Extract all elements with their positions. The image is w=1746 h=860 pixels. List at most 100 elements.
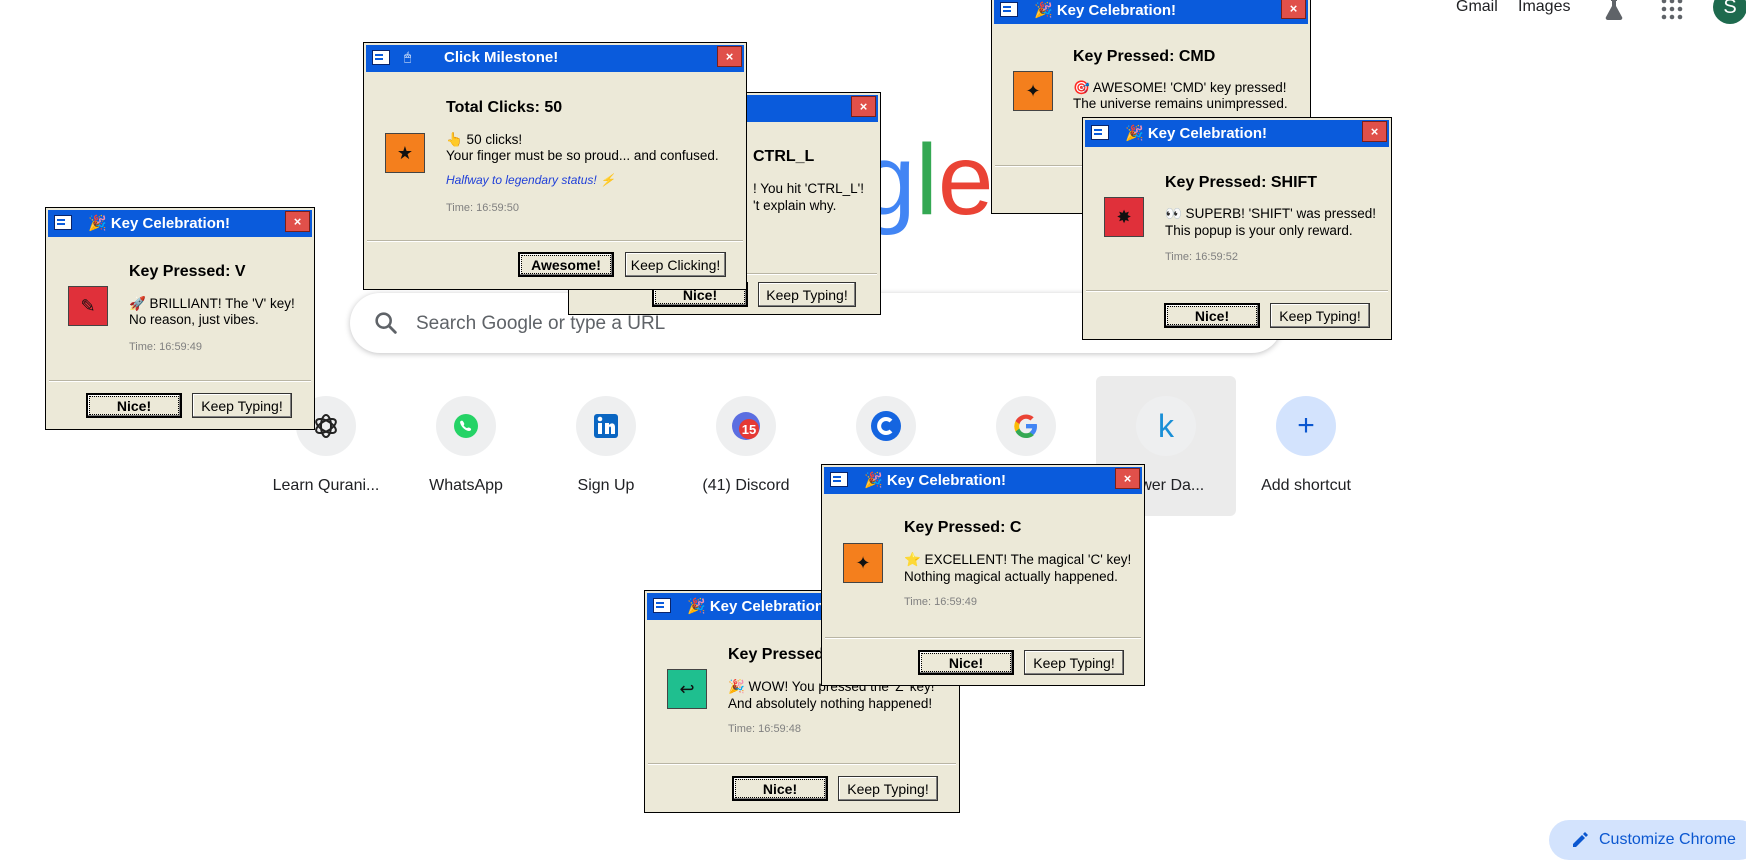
close-button[interactable]: × xyxy=(285,211,310,232)
close-button[interactable]: × xyxy=(851,96,876,117)
dialog-message-line2: Nothing magical actually happened. xyxy=(904,569,1118,584)
close-button[interactable]: × xyxy=(1115,468,1140,489)
keep-typing-button[interactable]: Keep Typing! xyxy=(838,776,938,801)
dialog-separator xyxy=(49,380,311,382)
awesome-button[interactable]: Awesome! xyxy=(518,252,614,277)
dialog-title: 🎉 Key Celebration! xyxy=(88,215,231,232)
dialog-time: Time: 16:59:49 xyxy=(904,596,977,608)
dialog-time: Time: 16:59:48 xyxy=(728,723,801,735)
close-button[interactable]: × xyxy=(1281,0,1306,19)
dialog-message-line2: This popup is your only reward. xyxy=(1165,223,1353,238)
dialog-title: 🎉 Key Celebration! xyxy=(1034,2,1177,19)
window-icon xyxy=(372,50,390,65)
dialog-title: 🎉 Key Celebration! xyxy=(1125,125,1268,142)
window-icon xyxy=(830,472,848,487)
shortcut-discord[interactable]: 15 (41) Discord xyxy=(676,376,816,516)
close-button[interactable]: × xyxy=(717,46,742,67)
dialog-separator xyxy=(1086,290,1388,292)
nice-button[interactable]: Nice! xyxy=(86,393,182,418)
title-bar: 🎉 Key Celebration! xyxy=(994,0,1308,24)
labs-flask-icon[interactable] xyxy=(1599,0,1629,24)
customize-label: Customize Chrome xyxy=(1599,831,1736,848)
dialog-message-line1: 👀 SUPERB! 'SHIFT' was pressed! xyxy=(1165,206,1377,221)
window-icon xyxy=(653,598,671,613)
calendar-icon: 15 xyxy=(716,396,776,456)
dialog-message-line1: 🎯 AWESOME! 'CMD' key pressed! xyxy=(1073,80,1287,95)
key-celebration-v-dialog: 🎉 Key Celebration! × ✎ Key Pressed: V 🚀 … xyxy=(45,207,315,430)
dialog-heading: Total Clicks: 50 xyxy=(446,99,563,116)
dialog-title: Click Milestone! xyxy=(444,49,559,66)
keep-clicking-button[interactable]: Keep Clicking! xyxy=(625,252,726,277)
dialog-message-line2: Your finger must be so proud... and conf… xyxy=(446,148,719,163)
hook-icon: ↩ xyxy=(667,669,707,709)
k-letter-icon: k xyxy=(1136,396,1196,456)
mouse-icon: 🖱 xyxy=(404,50,412,64)
dialog-hint: Halfway to legendary status! ⚡ xyxy=(446,173,616,187)
keep-typing-button[interactable]: Keep Typing! xyxy=(1270,303,1370,328)
google-icon xyxy=(996,396,1056,456)
shortcut-label: Add shortcut xyxy=(1261,477,1351,494)
close-button[interactable]: × xyxy=(1362,121,1387,142)
apps-grid-icon[interactable] xyxy=(1657,0,1687,24)
dialog-message-line1: 👆 50 clicks! xyxy=(446,132,523,147)
gmail-link[interactable]: Gmail xyxy=(1456,0,1498,16)
dialog-heading: Key Pressed: SHIFT xyxy=(1165,174,1318,191)
nice-button[interactable]: Nice! xyxy=(918,650,1014,675)
k-letter: k xyxy=(1158,407,1174,444)
title-bar: 🎉 Key Celebration! xyxy=(1085,120,1389,147)
whatsapp-icon xyxy=(436,396,496,456)
star-icon: ★ xyxy=(385,133,425,173)
dialog-message-line2: No reason, just vibes. xyxy=(129,312,259,327)
shortcut-label: Learn Qurani... xyxy=(272,477,380,494)
linkedin-icon xyxy=(576,396,636,456)
dialog-message-line2: 't explain why. xyxy=(753,198,837,213)
dialog-time: Time: 16:59:52 xyxy=(1165,251,1238,263)
dialog-message-line1: ! You hit 'CTRL_L'! xyxy=(753,181,864,196)
window-icon xyxy=(1000,2,1018,17)
window-icon xyxy=(54,215,72,230)
dialog-heading: CTRL_L xyxy=(753,148,815,165)
search-icon xyxy=(375,312,397,334)
click-milestone-dialog: 🖱 Click Milestone! × ★ Total Clicks: 50 … xyxy=(363,42,747,290)
account-avatar[interactable]: S xyxy=(1713,0,1746,24)
add-shortcut-button[interactable]: + Add shortcut xyxy=(1236,376,1376,516)
plus-icon: + xyxy=(1276,396,1336,456)
pencil-icon xyxy=(1573,832,1588,847)
shortcut-sign-up[interactable]: Sign Up xyxy=(536,376,676,516)
key-celebration-shift-dialog: 🎉 Key Celebration! × ✸ Key Pressed: SHIF… xyxy=(1082,117,1392,340)
dialog-heading: Key Pressed: V xyxy=(129,263,246,280)
keep-typing-button[interactable]: Keep Typing! xyxy=(758,282,856,307)
dialog-separator xyxy=(367,240,743,242)
dialog-separator xyxy=(825,637,1141,639)
dialog-message-line1: 🚀 BRILLIANT! The 'V' key! xyxy=(129,296,295,311)
shortcut-label: Sign Up xyxy=(577,477,635,494)
dialog-title: 🎉 Key Celebration! xyxy=(687,598,830,615)
dialog-heading: Key Pressed: C xyxy=(904,519,1022,536)
dialog-heading: Key Pressed: CMD xyxy=(1073,48,1216,65)
sparkle-icon: ✦ xyxy=(843,543,883,583)
nice-button[interactable]: Nice! xyxy=(1164,303,1260,328)
key-celebration-c-dialog: 🎉 Key Celebration! × ✦ Key Pressed: C ⭐ … xyxy=(821,464,1145,686)
dialog-message-line2: And absolutely nothing happened! xyxy=(728,696,933,711)
calendar-badge: 15 xyxy=(742,422,756,437)
edit-icon: ✎ xyxy=(68,286,108,326)
burst-icon: ✸ xyxy=(1104,197,1144,237)
title-bar: 🖱 Click Milestone! xyxy=(366,45,744,72)
keep-typing-button[interactable]: Keep Typing! xyxy=(1024,650,1124,675)
nice-button[interactable]: Nice! xyxy=(732,776,828,801)
shortcut-label: (41) Discord xyxy=(702,477,790,494)
c-logo-icon xyxy=(856,396,916,456)
window-icon xyxy=(1091,125,1109,140)
customize-chrome-button[interactable]: Customize Chrome xyxy=(1549,820,1746,860)
title-bar: 🎉 Key Celebration! xyxy=(48,210,312,237)
dialog-time: Time: 16:59:50 xyxy=(446,202,519,214)
keep-typing-button[interactable]: Keep Typing! xyxy=(192,393,292,418)
shortcut-whatsapp[interactable]: WhatsApp xyxy=(396,376,536,516)
sparkle-icon: ✦ xyxy=(1013,71,1053,111)
images-link[interactable]: Images xyxy=(1518,0,1570,16)
shortcut-label: WhatsApp xyxy=(429,477,503,494)
dialog-message-line2: The universe remains unimpressed. xyxy=(1073,96,1288,111)
dialog-separator xyxy=(648,763,956,765)
dialog-heading: Key Pressed xyxy=(728,646,825,663)
dialog-title: 🎉 Key Celebration! xyxy=(864,472,1007,489)
